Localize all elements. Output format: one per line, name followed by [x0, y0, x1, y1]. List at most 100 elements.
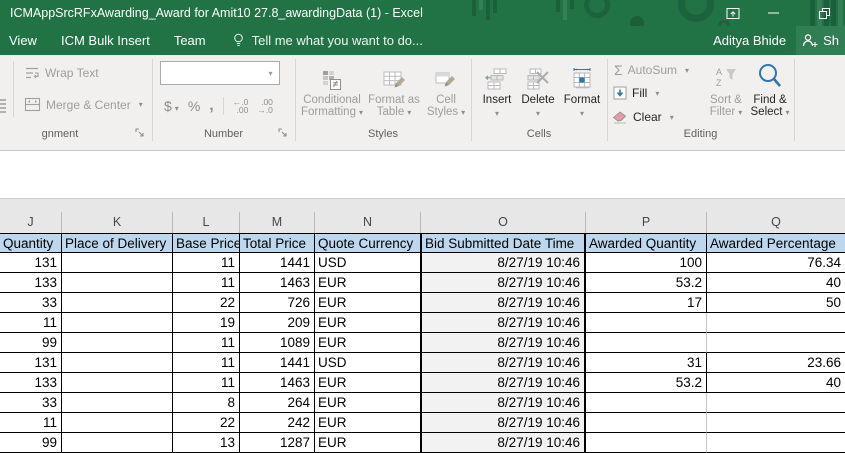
- cell[interactable]: 40: [707, 373, 845, 393]
- cell[interactable]: 1089: [240, 333, 315, 353]
- cell[interactable]: Base Price: [173, 233, 240, 253]
- cell[interactable]: EUR: [315, 293, 421, 313]
- cell[interactable]: 76.34: [707, 253, 845, 273]
- column-header-J[interactable]: J: [0, 212, 62, 233]
- cell[interactable]: Quote Currency: [315, 233, 421, 253]
- cell[interactable]: 8/27/19 10:46: [421, 293, 586, 313]
- cell[interactable]: 8/27/19 10:46: [421, 253, 586, 273]
- cell[interactable]: 209: [240, 313, 315, 333]
- cell[interactable]: 8/27/19 10:46: [421, 373, 586, 393]
- cell[interactable]: 11: [173, 353, 240, 373]
- column-header-P[interactable]: P: [586, 212, 707, 233]
- cell[interactable]: 8/27/19 10:46: [421, 433, 586, 453]
- cell[interactable]: [62, 273, 173, 293]
- alignment-dialog-launcher[interactable]: [135, 128, 145, 138]
- cell[interactable]: 11: [0, 313, 62, 333]
- cell[interactable]: 8/27/19 10:46: [421, 413, 586, 433]
- cell[interactable]: 8/27/19 10:46: [421, 273, 586, 293]
- cell[interactable]: 13: [173, 433, 240, 453]
- cell[interactable]: 1463: [240, 273, 315, 293]
- accounting-format-button[interactable]: $: [164, 98, 179, 114]
- cell[interactable]: 53.2: [586, 373, 707, 393]
- sort-filter-button[interactable]: A Z Sort & Filter: [702, 55, 750, 127]
- tell-me-box[interactable]: Tell me what you want to do...: [232, 33, 423, 48]
- format-as-table-button[interactable]: Format as Table: [366, 55, 422, 127]
- cell[interactable]: USD: [315, 253, 421, 273]
- number-format-combobox[interactable]: ▾: [160, 61, 280, 85]
- cell[interactable]: 11: [173, 373, 240, 393]
- cell[interactable]: Bid Submitted Date Time: [421, 233, 586, 253]
- cell[interactable]: 22: [173, 413, 240, 433]
- cell[interactable]: [707, 313, 845, 333]
- cell[interactable]: USD: [315, 353, 421, 373]
- cell[interactable]: 1463: [240, 373, 315, 393]
- cell[interactable]: 8/27/19 10:46: [421, 333, 586, 353]
- user-name[interactable]: Aditya Bhide: [713, 33, 786, 48]
- cell[interactable]: 17: [586, 293, 707, 313]
- format-cells-button[interactable]: Format ▾: [560, 55, 604, 127]
- cell[interactable]: [62, 413, 173, 433]
- cell[interactable]: 133: [0, 373, 62, 393]
- cell[interactable]: Quantity: [0, 233, 62, 253]
- restore-button[interactable]: [807, 0, 841, 26]
- cell[interactable]: [707, 413, 845, 433]
- cell[interactable]: EUR: [315, 433, 421, 453]
- cell[interactable]: Awarded Quantity: [586, 233, 707, 253]
- autosum-button[interactable]: Σ AutoSum: [614, 62, 689, 78]
- cell[interactable]: Place of Delivery: [62, 233, 173, 253]
- cell[interactable]: 19: [173, 313, 240, 333]
- share-button[interactable]: Sh: [796, 26, 845, 55]
- cell[interactable]: Total Price: [240, 233, 315, 253]
- cell[interactable]: 33: [0, 293, 62, 313]
- cell[interactable]: 11: [173, 273, 240, 293]
- cell[interactable]: 23.66: [707, 353, 845, 373]
- cell[interactable]: 11: [173, 333, 240, 353]
- column-header-L[interactable]: L: [173, 212, 240, 233]
- cell[interactable]: EUR: [315, 393, 421, 413]
- cell[interactable]: [62, 293, 173, 313]
- cell[interactable]: 40: [707, 273, 845, 293]
- cell[interactable]: 1441: [240, 253, 315, 273]
- conditional-formatting-button[interactable]: Conditional Formatting: [300, 55, 364, 127]
- decrease-decimal-button[interactable]: .00 →.0: [257, 98, 273, 114]
- increase-decimal-button[interactable]: ←.0 .00: [233, 98, 249, 114]
- wrap-text-button[interactable]: Wrap Text: [24, 65, 99, 81]
- fill-button[interactable]: Fill: [613, 86, 659, 100]
- cell[interactable]: [586, 433, 707, 453]
- cell[interactable]: 264: [240, 393, 315, 413]
- cell-styles-button[interactable]: Cell Styles: [423, 55, 469, 127]
- cell[interactable]: 11: [0, 413, 62, 433]
- cell[interactable]: 8/27/19 10:46: [421, 313, 586, 333]
- cell[interactable]: EUR: [315, 373, 421, 393]
- chevron-down-icon[interactable]: ▾: [262, 62, 279, 84]
- column-header-Q[interactable]: Q: [707, 212, 845, 233]
- cell[interactable]: 31: [586, 353, 707, 373]
- tab-view[interactable]: View: [0, 33, 49, 48]
- cell[interactable]: 100: [586, 253, 707, 273]
- tab-icm-bulk-insert[interactable]: ICM Bulk Insert: [49, 33, 162, 48]
- cell[interactable]: 1287: [240, 433, 315, 453]
- formula-bar-area[interactable]: [0, 151, 845, 199]
- cell[interactable]: [586, 313, 707, 333]
- align-left-icon[interactable]: [0, 97, 8, 113]
- cell[interactable]: 133: [0, 273, 62, 293]
- cell[interactable]: 1441: [240, 353, 315, 373]
- cell[interactable]: EUR: [315, 313, 421, 333]
- merge-center-button[interactable]: Merge & Center: [24, 97, 143, 112]
- cell[interactable]: [707, 333, 845, 353]
- cell[interactable]: EUR: [315, 413, 421, 433]
- cell[interactable]: [62, 433, 173, 453]
- cell[interactable]: 33: [0, 393, 62, 413]
- cell[interactable]: [586, 413, 707, 433]
- cell[interactable]: [707, 393, 845, 413]
- cell[interactable]: 131: [0, 353, 62, 373]
- cell[interactable]: [62, 353, 173, 373]
- percent-style-button[interactable]: %: [188, 98, 200, 114]
- cell[interactable]: EUR: [315, 273, 421, 293]
- column-header-M[interactable]: M: [240, 212, 315, 233]
- number-dialog-launcher[interactable]: [278, 128, 288, 138]
- cell[interactable]: [62, 313, 173, 333]
- cell[interactable]: 726: [240, 293, 315, 313]
- cell[interactable]: [62, 333, 173, 353]
- cell[interactable]: 8: [173, 393, 240, 413]
